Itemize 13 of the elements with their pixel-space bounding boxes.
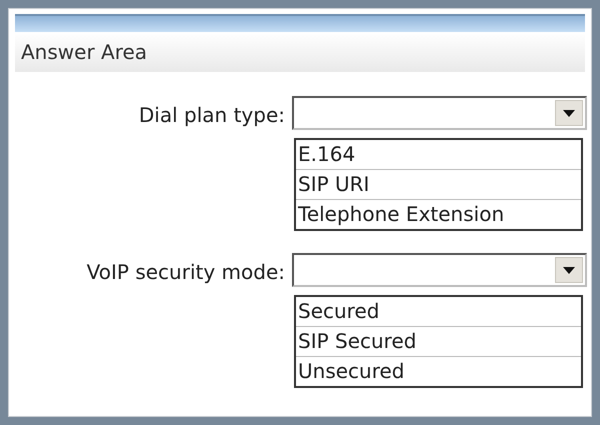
dropdown[interactable] — [292, 96, 587, 130]
list-option[interactable]: Unsecured — [296, 356, 581, 386]
section-title: Answer Area — [21, 40, 148, 64]
field-label: Dial plan type: — [138, 102, 285, 129]
list-option[interactable]: Telephone Extension — [296, 199, 581, 229]
dropdown[interactable] — [292, 253, 587, 287]
dropdown-arrow-icon — [563, 110, 575, 116]
list-option[interactable]: SIP URI — [296, 169, 581, 199]
dropdown-arrow-icon — [563, 266, 575, 274]
list-option[interactable]: E.164 — [296, 140, 581, 169]
list-option[interactable]: Secured — [296, 297, 581, 326]
field-label: VoIP security mode: — [86, 259, 285, 286]
list-option[interactable]: SIP Secured — [296, 326, 581, 356]
